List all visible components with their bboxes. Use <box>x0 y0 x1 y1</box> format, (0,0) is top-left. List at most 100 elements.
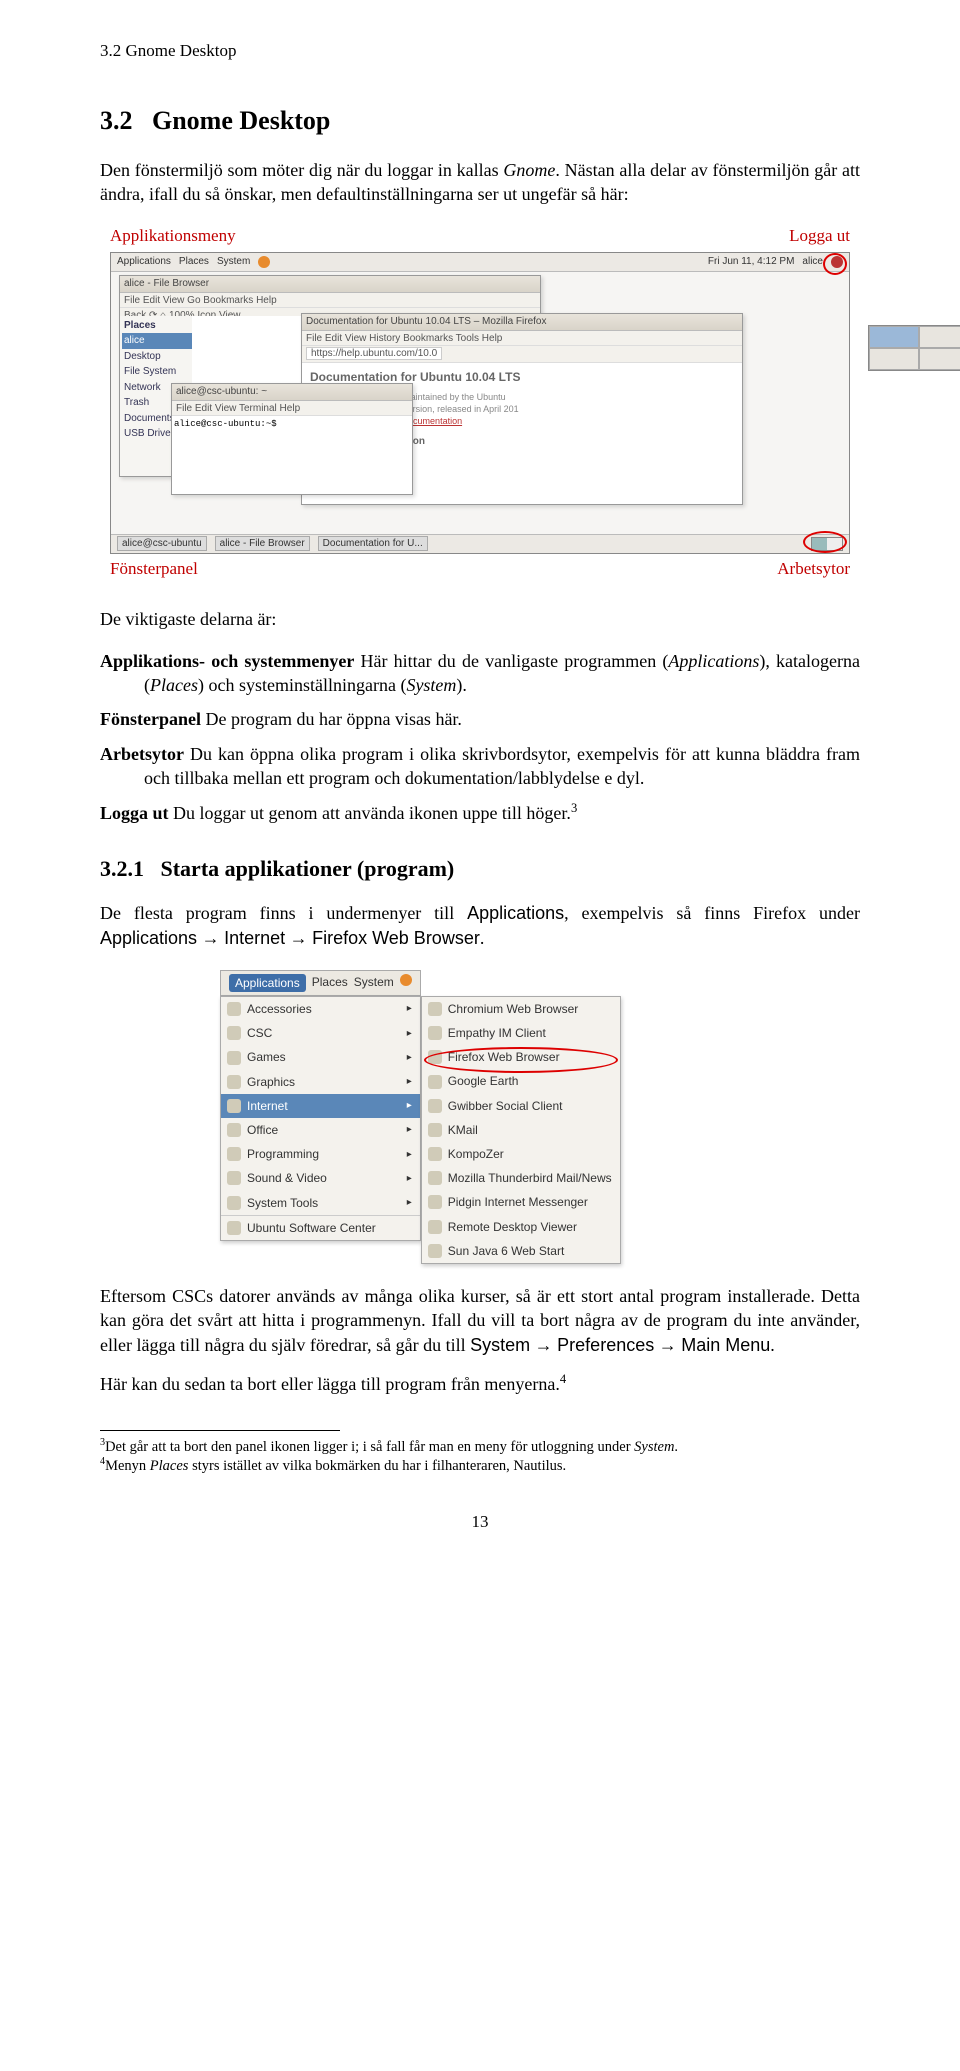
places-header: Places <box>122 318 192 334</box>
footnote-ref-3: 3 <box>571 801 577 815</box>
app-icon <box>227 1075 241 1089</box>
term: Arbetsytor <box>100 744 184 764</box>
firefox-menu[interactable]: File Edit View History Bookmarks Tools H… <box>302 331 742 346</box>
file-browser-menu[interactable]: File Edit View Go Bookmarks Help <box>120 293 540 308</box>
menu-item-label: Remote Desktop Viewer <box>448 1219 612 1235</box>
workspace-cell-active[interactable] <box>869 326 919 348</box>
app-icon <box>428 1075 442 1089</box>
menu-item-remote-desktop-viewer[interactable]: Remote Desktop Viewer <box>422 1215 620 1239</box>
menu-item-programming[interactable]: Programming ▸ <box>221 1142 420 1166</box>
menu-item-label: Programming <box>247 1146 399 1162</box>
menu-item-empathy-im-client[interactable]: Empathy IM Client <box>422 1021 620 1045</box>
menu-item-gwibber-social-client[interactable]: Gwibber Social Client <box>422 1094 620 1118</box>
menu-system[interactable]: System <box>217 255 250 269</box>
firefox-toolbar[interactable]: https://help.ubuntu.com/10.0 <box>302 346 742 363</box>
workspace-cell[interactable] <box>869 348 919 370</box>
arrow: → <box>530 1335 557 1355</box>
menu-item-accessories[interactable]: Accessories▸ <box>221 997 420 1021</box>
firefox-url[interactable]: https://help.ubuntu.com/10.0 <box>306 347 442 360</box>
app-icon <box>227 1196 241 1210</box>
terminal-body[interactable]: alice@csc-ubuntu:~$ <box>172 416 412 432</box>
menu-item-sound-video[interactable]: Sound & Video▸ <box>221 1166 420 1190</box>
menu-column-internet: Chromium Web Browser Empathy IM Client Fir… <box>421 996 621 1264</box>
submenu-arrow-icon: ▸ <box>407 1002 412 1016</box>
menu-item-pidgin-internet-messenger[interactable]: Pidgin Internet Messenger <box>422 1190 620 1214</box>
taskbar-item[interactable]: alice@csc-ubuntu <box>117 536 207 552</box>
app-icon <box>428 1099 442 1113</box>
menu-item-internet[interactable]: Internet▸ <box>221 1094 420 1118</box>
submenu-arrow-icon: ▸ <box>407 1196 412 1210</box>
terminal-window[interactable]: alice@csc-ubuntu: ~ File Edit View Termi… <box>171 383 413 495</box>
app-icon <box>227 1221 241 1235</box>
running-header: 3.2 Gnome Desktop <box>100 40 860 63</box>
text: Du kan öppna olika program i olika skriv… <box>144 744 860 788</box>
footnote-3: 3Det går att ta bort den panel ikonen li… <box>100 1437 860 1456</box>
workspace-switcher-zoom <box>868 325 960 371</box>
menu-item-system-tools[interactable]: System Tools▸ <box>221 1191 420 1215</box>
firefox-icon[interactable] <box>400 974 412 986</box>
menu-item-label: Firefox Web Browser <box>448 1049 612 1065</box>
submenu-arrow-icon: ▸ <box>407 1051 412 1065</box>
gnome-top-panel: Applications Places System Fri Jun 11, 4… <box>111 253 849 272</box>
menu-item-google-earth[interactable]: Google Earth <box>422 1069 620 1093</box>
gnome-desktop-diagram: Applikationsmeny Logga ut Applications P… <box>110 225 850 581</box>
sidebar-item[interactable]: alice <box>122 333 192 349</box>
start-apps-paragraph: De flesta program finns i undermenyer ti… <box>100 901 860 950</box>
workspace-cell[interactable] <box>919 348 960 370</box>
app-icon <box>428 1220 442 1234</box>
tab-places[interactable]: Places <box>312 974 348 992</box>
tab-system[interactable]: System <box>354 974 394 992</box>
menu-item-firefox-web-browser[interactable]: Firefox Web Browser <box>422 1045 620 1069</box>
file-browser-title: alice - File Browser <box>120 276 540 293</box>
menu-item-label: Games <box>247 1049 399 1065</box>
taskbar-item[interactable]: Documentation for U... <box>318 536 428 552</box>
workspace-cell[interactable] <box>919 326 960 348</box>
app-icon <box>428 1123 442 1137</box>
menu-item-mozilla-thunderbird-mail-news[interactable]: Mozilla Thunderbird Mail/News <box>422 1166 620 1190</box>
menu-item-sun-java-6-web-start[interactable]: Sun Java 6 Web Start <box>422 1239 620 1263</box>
text: De flesta program finns i undermenyer ti… <box>100 903 467 923</box>
app-icon <box>227 1026 241 1040</box>
taskbar-item[interactable]: alice - File Browser <box>215 536 310 552</box>
intro-paragraph: Den fönstermiljö som möter dig när du lo… <box>100 158 860 207</box>
text: Du loggar ut genom att använda ikonen up… <box>169 803 571 823</box>
menu-item-kompozer[interactable]: KompoZer <box>422 1142 620 1166</box>
def-item-logga-ut: Logga ut Du loggar ut genom att använda … <box>144 800 860 825</box>
menu-applications[interactable]: Applications <box>117 255 171 269</box>
app-icon <box>227 1051 241 1065</box>
label-logga-ut: Logga ut <box>789 225 850 248</box>
subsection-number: 3.2.1 <box>100 856 144 881</box>
menu-item-label: Mozilla Thunderbird Mail/News <box>448 1170 612 1186</box>
menu-item-chromium-web-browser[interactable]: Chromium Web Browser <box>422 997 620 1021</box>
app-icon <box>428 1147 442 1161</box>
emphasis: Applications <box>668 651 759 671</box>
sidebar-item[interactable]: Desktop <box>122 349 192 365</box>
clock: Fri Jun 11, 4:12 PM <box>708 255 795 269</box>
ui-term: System <box>470 1335 530 1355</box>
tab-applications[interactable]: Applications <box>229 974 306 992</box>
subsection-title: Starta applikationer (program) <box>161 856 455 881</box>
emphasis: Gnome <box>503 160 555 180</box>
sidebar-item[interactable]: File System <box>122 364 192 380</box>
menu-item-csc[interactable]: CSC▸ <box>221 1021 420 1045</box>
section-heading: 3.2 Gnome Desktop <box>100 103 860 138</box>
emphasis: System <box>634 1439 674 1455</box>
menu-item-graphics[interactable]: Graphics▸ <box>221 1070 420 1094</box>
text: ) och systeminställningarna ( <box>198 675 406 695</box>
term: Applikations- och systemmenyer <box>100 651 354 671</box>
firefox-icon[interactable] <box>258 256 270 268</box>
menu-item-office[interactable]: Office▸ <box>221 1118 420 1142</box>
def-item-fonsterpanel: Fönsterpanel De program du har öppna vis… <box>144 707 860 731</box>
terminal-menu[interactable]: File Edit View Terminal Help <box>172 401 412 416</box>
submenu-arrow-icon: ▸ <box>407 1148 412 1162</box>
menu-item-ubuntu-software-center[interactable]: Ubuntu Software Center <box>221 1215 420 1240</box>
user-name[interactable]: alice <box>802 255 823 269</box>
text: . <box>770 1335 775 1355</box>
menu-item-label: Chromium Web Browser <box>448 1001 612 1017</box>
menu-places[interactable]: Places <box>179 255 209 269</box>
text: . <box>480 928 485 948</box>
menu-item-kmail[interactable]: KMail <box>422 1118 620 1142</box>
menu-left-block: Applications Places System Accessories▸C… <box>220 970 421 1241</box>
text: De program du har öppna visas här. <box>201 709 462 729</box>
menu-item-games[interactable]: Games ▸ <box>221 1045 420 1069</box>
